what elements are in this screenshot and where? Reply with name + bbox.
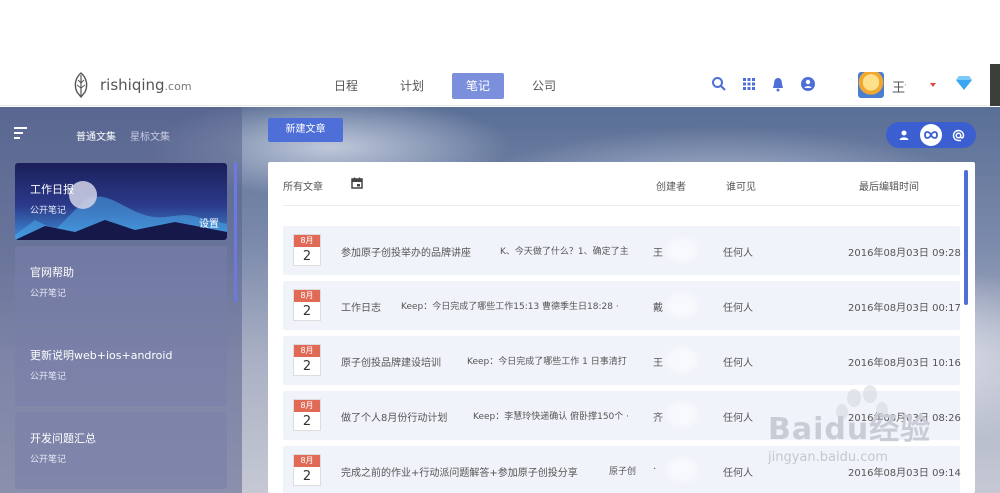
- sidebar-scrollbar[interactable]: [234, 162, 237, 302]
- collection-title: 开发问题汇总: [30, 432, 96, 445]
- article-updated-time: 2016年08月03日 00:17: [848, 303, 961, 314]
- search-icon[interactable]: [711, 76, 727, 92]
- menu-icon[interactable]: [14, 127, 27, 139]
- collection-subtitle: 公开笔记: [30, 289, 67, 299]
- redacted-name-blur: [667, 458, 697, 482]
- table-row[interactable]: 8月 2 参加原子创投举办的品牌讲座 K、今天做了什么？1、确定了主 王 任何人 …: [283, 226, 961, 275]
- view-mine-button[interactable]: [893, 124, 915, 146]
- date-badge: 8月 2: [293, 234, 321, 266]
- date-badge: 8月 2: [293, 289, 321, 321]
- collection-subtitle: 公开笔记: [30, 372, 67, 382]
- article-title[interactable]: 工作日志: [341, 299, 381, 314]
- collection-card-release-notes[interactable]: 更新说明web+ios+android 公开笔记: [15, 329, 227, 406]
- redacted-name-blur: [667, 293, 697, 317]
- watermark-text: Baidu经验: [768, 412, 932, 447]
- article-snippet: 原子创: [609, 467, 637, 477]
- feather-logo-icon: [74, 72, 88, 98]
- article-creator: 齐: [653, 413, 663, 424]
- article-visibility: 任何人: [723, 468, 753, 479]
- updated-header: 最后编辑时间: [859, 182, 919, 193]
- redacted-name-blur: [667, 348, 697, 372]
- collection-subtitle: 公开笔记: [30, 206, 67, 216]
- collection-card-dev-issues[interactable]: 开发问题汇总 公开笔记: [15, 412, 227, 489]
- article-snippet: Keep：今日完成了哪些工作 1 日事清打: [467, 357, 627, 367]
- creator-header: 创建者: [656, 182, 686, 193]
- collection-title: 工作日报: [30, 183, 74, 196]
- person-icon: [899, 130, 909, 140]
- article-creator: 王: [653, 248, 663, 259]
- article-creator: 王: [653, 358, 663, 369]
- date-badge: 8月 2: [293, 344, 321, 376]
- diamond-icon[interactable]: [956, 76, 972, 90]
- user-badge-icon[interactable]: [800, 76, 816, 92]
- top-header: rishiqing.com 日程 计划 笔记 公司 王f: [0, 64, 1000, 106]
- article-updated-time: 2016年08月03日 09:28: [848, 248, 961, 259]
- username[interactable]: 王f: [892, 77, 906, 96]
- view-mentions-button[interactable]: [947, 124, 969, 146]
- view-switch: [886, 122, 976, 148]
- avatar[interactable]: [858, 72, 884, 98]
- article-creator: ·: [653, 464, 657, 475]
- table-row[interactable]: 8月 2 工作日志 Keep：今日完成了哪些工作15:13 曹德季生日18:28 …: [283, 281, 961, 330]
- tab-starred-collections[interactable]: 星标文集: [130, 128, 170, 143]
- article-title[interactable]: 做了个人8月份行动计划: [341, 409, 447, 424]
- collection-title: 更新说明web+ios+android: [30, 349, 173, 362]
- sidebar: 普通文集 星标文集 工作日报 公开笔记 设置 官网帮助 公开笔记 更新说明web…: [0, 107, 242, 493]
- article-snippet: Keep：今日完成了哪些工作15:13 曹德季生日18:28 ·: [401, 302, 619, 312]
- collection-subtitle: 公开笔记: [30, 455, 67, 465]
- user-menu-caret-icon[interactable]: [930, 83, 936, 87]
- logo[interactable]: rishiqing.com: [70, 72, 192, 98]
- collection-card-site-help[interactable]: 官网帮助 公开笔记: [15, 246, 227, 323]
- date-badge: 8月 2: [293, 399, 321, 431]
- watermark-url: jingyan.baidu.com: [768, 450, 888, 465]
- nav-schedule[interactable]: 日程: [320, 73, 372, 99]
- nav-plan[interactable]: 计划: [386, 73, 438, 99]
- table-header: 所有文章 创建者 谁可见 最后编辑时间: [283, 162, 960, 206]
- article-visibility: 任何人: [723, 248, 753, 259]
- infinity-icon: [924, 131, 938, 139]
- window-edge-strip: [990, 64, 1000, 106]
- calendar-icon[interactable]: [351, 177, 363, 189]
- at-icon: [952, 129, 965, 141]
- article-snippet: Keep：李慧玲快递确认 俯卧撑150个 ·: [473, 412, 630, 422]
- table-row[interactable]: 8月 2 原子创投品牌建设培训 Keep：今日完成了哪些工作 1 日事清打 王 任…: [283, 336, 961, 385]
- article-visibility: 任何人: [723, 358, 753, 369]
- article-creator: 戴: [653, 303, 663, 314]
- redacted-name-blur: [667, 403, 697, 427]
- list-scrollbar[interactable]: [964, 170, 968, 305]
- visibility-header: 谁可见: [726, 182, 756, 193]
- article-visibility: 任何人: [723, 413, 753, 424]
- article-snippet: K、今天做了什么？1、确定了主: [500, 247, 629, 257]
- article-title[interactable]: 完成之前的作业+行动派问题解答+参加原子创投分享: [341, 464, 578, 479]
- collection-title: 官网帮助: [30, 266, 74, 279]
- new-article-button[interactable]: 新建文章: [268, 118, 343, 142]
- bell-icon[interactable]: [770, 76, 786, 92]
- logo-text: rishiqing.com: [100, 76, 192, 94]
- collection-settings-link[interactable]: 设置: [199, 215, 219, 230]
- article-visibility: 任何人: [723, 303, 753, 314]
- view-all-button[interactable]: [919, 124, 942, 146]
- article-title[interactable]: 参加原子创投举办的品牌讲座: [341, 244, 471, 259]
- nav-company[interactable]: 公司: [518, 73, 570, 99]
- article-title[interactable]: 原子创投品牌建设培训: [341, 354, 441, 369]
- nav-notes[interactable]: 笔记: [452, 73, 505, 99]
- article-updated-time: 2016年08月03日 10:16: [848, 358, 961, 369]
- main-nav: 日程 计划 笔记 公司: [320, 73, 584, 99]
- tab-normal-collections[interactable]: 普通文集: [76, 128, 116, 143]
- all-articles-header[interactable]: 所有文章: [283, 178, 323, 193]
- collection-card-work-daily[interactable]: 工作日报 公开笔记 设置: [15, 163, 227, 240]
- redacted-name-blur: [667, 238, 697, 262]
- apps-grid-icon[interactable]: [741, 76, 757, 92]
- date-badge: 8月 2: [293, 454, 321, 486]
- top-blank-area: [0, 0, 1000, 64]
